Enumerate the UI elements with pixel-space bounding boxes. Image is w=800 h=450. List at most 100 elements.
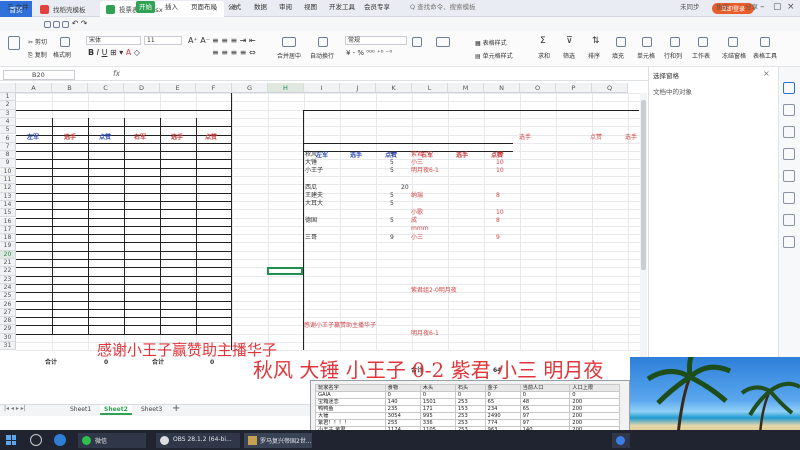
table-tools-icon[interactable] <box>760 37 770 47</box>
menu-home[interactable]: 开始 <box>136 1 155 13</box>
row-header-9[interactable]: 9 <box>0 159 16 168</box>
backup-icon[interactable] <box>783 192 795 204</box>
row-header-5[interactable]: 5 <box>0 126 16 135</box>
row-header-18[interactable]: 18 <box>0 234 16 243</box>
row-header-1[interactable]: 1 <box>0 93 16 102</box>
cell-style-button[interactable]: ▤ 单元格样式 <box>475 51 513 60</box>
sheet-nav-icons[interactable]: |◂ ◂ ▸ ▸| <box>4 405 26 412</box>
save-icon[interactable] <box>44 20 51 28</box>
quick-access-toolbar[interactable]: ↶ ↷ <box>44 19 134 29</box>
pane-close-icon[interactable]: × <box>763 69 770 78</box>
row-header-30[interactable]: 30 <box>0 333 16 342</box>
worksheet-icon[interactable] <box>698 37 708 47</box>
select-all-corner[interactable] <box>0 83 16 93</box>
align-icons-bottom[interactable]: ≡ ≡ ≡ ≡ ⇔ <box>212 48 256 57</box>
row-header-4[interactable]: 4 <box>0 117 16 127</box>
grow-font-icon[interactable]: A⁺ A⁻ <box>188 36 210 45</box>
more-tools-icon[interactable] <box>783 236 795 248</box>
format-painter-button[interactable] <box>60 37 70 47</box>
help-icon[interactable] <box>783 214 795 226</box>
wrap-text-icon[interactable] <box>318 37 328 47</box>
selected-cell[interactable] <box>267 267 303 275</box>
sum-icon[interactable]: Σ <box>540 36 546 46</box>
font-style-buttons[interactable]: B I U ⊞ ▾ A ◇ <box>88 48 140 57</box>
fill-button[interactable]: 填充 <box>612 51 624 60</box>
redo-icon[interactable]: ↷ <box>81 19 88 28</box>
edge-browser-icon[interactable] <box>54 434 66 446</box>
sheet-tab-2[interactable]: Sheet2 <box>100 405 132 415</box>
number-format-buttons[interactable]: ¥ - % ⁰⁰⁰ ⁺⁰ ⁻⁰ <box>346 49 392 57</box>
column-header-h[interactable]: H <box>268 83 304 93</box>
freeze-icon[interactable] <box>728 37 738 47</box>
table-tools-button[interactable]: 表格工具 <box>753 51 777 60</box>
column-header-i[interactable]: I <box>304 83 340 93</box>
sync-status[interactable]: 未同步 <box>680 1 700 13</box>
cells-icon[interactable] <box>642 37 652 47</box>
menu-file[interactable]: 三 文件 <box>4 1 32 13</box>
share-panel-icon[interactable] <box>783 170 795 182</box>
menu-page-layout[interactable]: 页面布局 <box>188 1 220 13</box>
align-icons-top[interactable]: ≡ ≡ ≡ ⇥ ⇤ <box>212 36 256 45</box>
row-header-13[interactable]: 13 <box>0 192 16 201</box>
row-header-14[interactable]: 14 <box>0 200 16 210</box>
windows-start-icon[interactable] <box>6 435 16 445</box>
row-header-29[interactable]: 29 <box>0 325 16 334</box>
row-header-23[interactable]: 23 <box>0 275 16 284</box>
maximize-icon[interactable]: ▢ <box>773 2 782 12</box>
menu-formulas[interactable]: 公式 <box>225 1 244 13</box>
menu-member[interactable]: 会员专享 <box>361 1 393 13</box>
property-icon[interactable] <box>783 104 795 116</box>
search-command-input[interactable]: Q 查找命令、搜索模板 <box>410 1 476 13</box>
paste-button[interactable] <box>8 36 20 50</box>
rowcol-button[interactable]: 行和列 <box>664 51 682 60</box>
row-header-25[interactable]: 25 <box>0 292 16 301</box>
column-header-q[interactable]: Q <box>592 83 628 93</box>
filter-panel-icon[interactable] <box>783 148 795 160</box>
select-pointer-icon[interactable] <box>783 82 795 94</box>
minimize-icon[interactable]: – <box>760 2 765 12</box>
tab-docer[interactable]: 找稻壳模板 <box>34 1 96 17</box>
fx-icon[interactable]: fx <box>113 69 120 78</box>
italic-icon[interactable]: I <box>97 48 99 57</box>
column-header-d[interactable]: D <box>124 83 160 93</box>
column-header-a[interactable]: A <box>16 83 52 93</box>
sort-button[interactable]: 排序 <box>588 51 600 60</box>
row-header-16[interactable]: 16 <box>0 217 16 226</box>
row-header-3[interactable]: 3 <box>0 109 16 118</box>
row-header-10[interactable]: 10 <box>0 167 16 176</box>
column-header-k[interactable]: K <box>376 83 412 93</box>
font-color-icon[interactable]: A <box>126 48 131 57</box>
filter-button[interactable]: 筛选 <box>563 51 575 60</box>
column-header-f[interactable]: F <box>196 83 232 93</box>
number-format-select[interactable]: 常规 <box>345 36 407 45</box>
sum-button[interactable]: 求和 <box>538 51 550 60</box>
type-convert-icon[interactable] <box>412 37 422 47</box>
scrollbar-thumb[interactable] <box>641 100 646 270</box>
fill-icon[interactable] <box>616 37 626 47</box>
row-header-20[interactable]: 20 <box>0 250 16 259</box>
row-header-2[interactable]: 2 <box>0 101 16 110</box>
row-header-31[interactable]: 31 <box>0 342 16 351</box>
column-header-j[interactable]: J <box>340 83 376 93</box>
worksheet-button[interactable]: 工作表 <box>692 51 710 60</box>
menu-data[interactable]: 数据 <box>251 1 270 13</box>
menu-review[interactable]: 审阅 <box>276 1 295 13</box>
row-header-27[interactable]: 27 <box>0 308 16 318</box>
column-header-n[interactable]: N <box>484 83 520 93</box>
rowcol-icon[interactable] <box>670 37 680 47</box>
bold-icon[interactable]: B <box>88 48 94 57</box>
table-style-button[interactable]: ▦ 表格样式 <box>475 38 507 47</box>
sheet-tab-3[interactable]: Sheet3 <box>137 405 166 415</box>
cond-format-icon[interactable] <box>436 37 450 47</box>
undo-icon[interactable]: ↶ <box>72 19 79 28</box>
share-button[interactable]: 分享 <box>745 1 758 13</box>
row-header-24[interactable]: 24 <box>0 283 16 293</box>
name-box[interactable]: B20 <box>3 70 75 80</box>
cells-button[interactable]: 单元格 <box>637 51 655 60</box>
column-header-m[interactable]: M <box>448 83 484 93</box>
underline-icon[interactable]: U <box>102 48 108 57</box>
column-header-e[interactable]: E <box>160 83 196 93</box>
column-header-g[interactable]: G <box>232 83 268 93</box>
style-icon[interactable] <box>783 126 795 138</box>
row-header-8[interactable]: 8 <box>0 151 16 160</box>
